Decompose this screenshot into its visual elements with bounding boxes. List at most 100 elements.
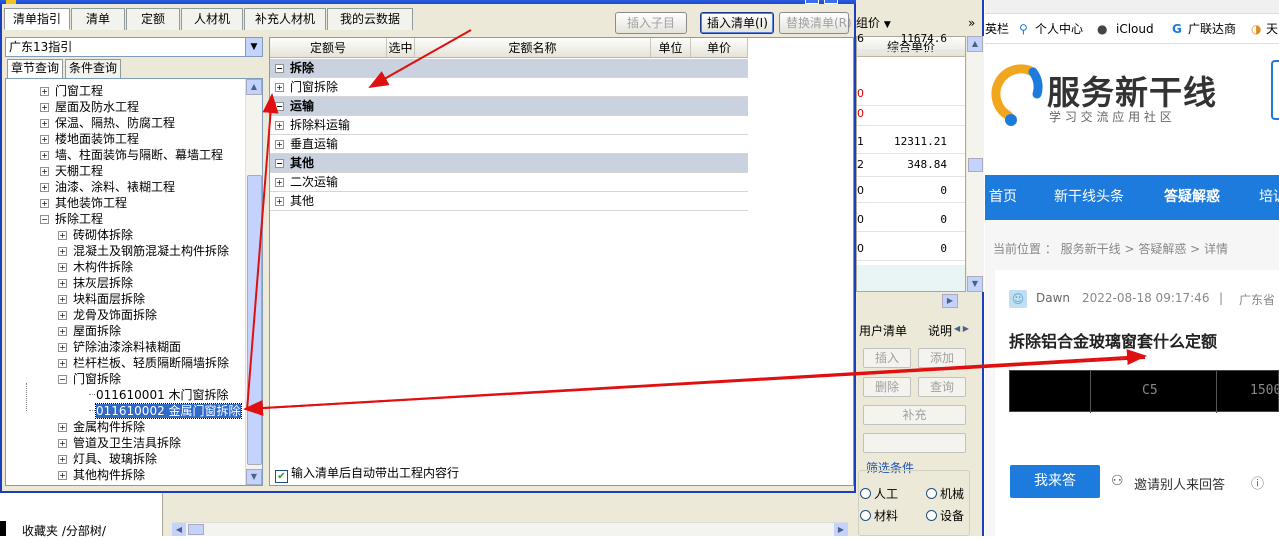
table-row[interactable]: + 拆除料运输: [270, 116, 748, 135]
tree-node[interactable]: + 天棚工程: [40, 163, 103, 179]
dialog-titlebar[interactable]: [0, 0, 856, 4]
expand-icon[interactable]: +: [58, 263, 67, 272]
tree-node[interactable]: + 栏杆栏板、轻质隔断隔墙拆除: [58, 355, 229, 371]
table-row[interactable]: + 二次运输: [270, 173, 748, 192]
checkbox-checked-icon[interactable]: ✔: [275, 470, 288, 483]
unit-price-cell[interactable]: 0: [940, 184, 947, 197]
expand-icon[interactable]: +: [40, 151, 49, 160]
nav-home[interactable]: 首页: [989, 175, 1017, 220]
collapse-icon[interactable]: −: [275, 102, 284, 111]
insert-sub-button[interactable]: 插入子目: [615, 12, 687, 34]
tab-quota[interactable]: 定额: [126, 8, 181, 30]
expand-icon[interactable]: +: [40, 87, 49, 96]
table-row[interactable]: + 其他: [270, 192, 748, 211]
bottom-tabs[interactable]: 收藏夹 /分部树/: [22, 522, 106, 539]
expand-icon[interactable]: +: [58, 455, 67, 464]
unit-price-cell[interactable]: 0: [940, 213, 947, 226]
bookmark-item[interactable]: 天: [1266, 14, 1278, 44]
expand-icon[interactable]: +: [58, 343, 67, 352]
tree-node[interactable]: + 屋面及防水工程: [40, 99, 139, 115]
expand-icon[interactable]: +: [58, 327, 67, 336]
expand-icon[interactable]: +: [40, 167, 49, 176]
info-icon[interactable]: ⓘ: [1251, 473, 1264, 492]
scroll-thumb[interactable]: [247, 175, 262, 465]
tree-node[interactable]: + 砖砌体拆除: [58, 227, 133, 243]
table-row[interactable]: + 垂直运输: [270, 135, 748, 154]
collapse-icon[interactable]: −: [275, 64, 284, 73]
tree-node[interactable]: 011610001 木门窗拆除: [89, 387, 229, 403]
tree-node[interactable]: + 门窗工程: [40, 83, 103, 99]
col-unit[interactable]: 单位: [651, 38, 691, 58]
expand-icon[interactable]: +: [58, 439, 67, 448]
expand-icon[interactable]: +: [275, 121, 284, 130]
tree-node[interactable]: + 墙、柱面装饰与隔断、幕墙工程: [40, 147, 223, 163]
expand-icon[interactable]: +: [58, 247, 67, 256]
expand-icon[interactable]: +: [58, 423, 67, 432]
answer-button[interactable]: 我来答: [1010, 465, 1100, 498]
tree-node[interactable]: + 混凝土及钢筋混凝土构件拆除: [58, 243, 229, 259]
tree-node[interactable]: + 木构件拆除: [58, 259, 133, 275]
tree-node[interactable]: + 抹灰层拆除: [58, 275, 133, 291]
group-row[interactable]: − 运输: [270, 97, 748, 116]
scroll-down-icon[interactable]: ▼: [246, 469, 262, 485]
tree-node[interactable]: − 拆除工程: [40, 211, 103, 227]
radio-machine[interactable]: 机械: [926, 485, 964, 502]
tree-node[interactable]: + 金属构件拆除: [58, 419, 145, 435]
tree-node[interactable]: + 其他构件拆除: [58, 467, 145, 483]
expand-icon[interactable]: +: [275, 178, 284, 187]
subtab-condition-query[interactable]: 条件查询: [65, 59, 122, 78]
expand-icon[interactable]: +: [58, 359, 67, 368]
expand-icon[interactable]: +: [58, 295, 67, 304]
unit-price-cell[interactable]: 12311.21: [894, 135, 947, 148]
chevron-down-icon[interactable]: ▼: [245, 38, 262, 56]
tab-list-guide[interactable]: 清单指引: [4, 8, 71, 30]
tab-labor-material-machine[interactable]: 人材机: [181, 8, 244, 30]
tree-node[interactable]: + 油漆、涂料、裱糊工程: [40, 179, 175, 195]
subtab-chapter-query[interactable]: 章节查询: [7, 59, 64, 78]
scroll-right-icon[interactable]: ▶: [834, 523, 848, 536]
nav-training[interactable]: 培训: [1259, 175, 1279, 220]
auto-content-checkbox[interactable]: ✔ 输入清单后自动带出工程内容行: [275, 465, 459, 483]
h-scrollbar[interactable]: ◀ ▶: [172, 522, 848, 536]
tree-scrollbar[interactable]: ▲ ▼: [245, 79, 262, 485]
nav-qa[interactable]: 答疑解惑: [1164, 175, 1220, 220]
tree-node[interactable]: + 块料面层拆除: [58, 291, 145, 307]
tab-list[interactable]: 清单: [71, 8, 126, 30]
expand-icon[interactable]: +: [40, 119, 49, 128]
minimize-icon[interactable]: [805, 0, 819, 4]
col-selected[interactable]: 选中: [387, 38, 415, 58]
col-quota-name[interactable]: 定额名称: [415, 38, 651, 58]
expand-icon[interactable]: +: [58, 311, 67, 320]
add-button[interactable]: 添加: [918, 348, 966, 368]
tab-scroll-icon[interactable]: ◀ ▶: [954, 324, 980, 338]
tree-node[interactable]: − 门窗拆除: [58, 371, 121, 387]
query-button[interactable]: 查询: [918, 377, 966, 397]
tree-node[interactable]: + 楼地面装饰工程: [40, 131, 139, 147]
nav-headlines[interactable]: 新干线头条: [1054, 175, 1124, 220]
delete-button[interactable]: 删除: [863, 377, 911, 397]
tab-user-list[interactable]: 用户清单: [859, 322, 907, 339]
tree-node[interactable]: + 屋面拆除: [58, 323, 121, 339]
expand-icon[interactable]: +: [40, 103, 49, 112]
more-chevron-icon[interactable]: »: [968, 12, 975, 34]
tree-node[interactable]: + 灯具、玻璃拆除: [58, 451, 157, 467]
collapse-icon[interactable]: −: [40, 215, 49, 224]
tree-node[interactable]: + 保温、隔热、防腐工程: [40, 115, 175, 131]
group-row[interactable]: − 拆除: [270, 59, 748, 78]
maximize-icon[interactable]: [824, 0, 838, 4]
radio-material[interactable]: 材料: [860, 507, 898, 524]
scroll-right-icon[interactable]: ▶: [942, 294, 958, 308]
blank-button[interactable]: [863, 433, 966, 453]
tab-supplement-lmm[interactable]: 补充人材机: [244, 8, 327, 30]
unit-price-cell[interactable]: 348.84: [907, 158, 947, 171]
tab-cloud-data[interactable]: 我的云数据: [327, 8, 414, 30]
bookmark-item[interactable]: 广联达商: [1188, 14, 1236, 44]
bookmark-item[interactable]: 英栏: [985, 14, 1009, 44]
collapse-icon[interactable]: −: [275, 159, 284, 168]
mid-scrollbar[interactable]: ▲ ▼: [967, 36, 984, 292]
table-row[interactable]: + 门窗拆除: [270, 78, 748, 97]
expand-icon[interactable]: +: [275, 83, 284, 92]
expand-icon[interactable]: +: [275, 140, 284, 149]
expand-icon[interactable]: +: [275, 197, 284, 206]
expand-icon[interactable]: +: [58, 279, 67, 288]
